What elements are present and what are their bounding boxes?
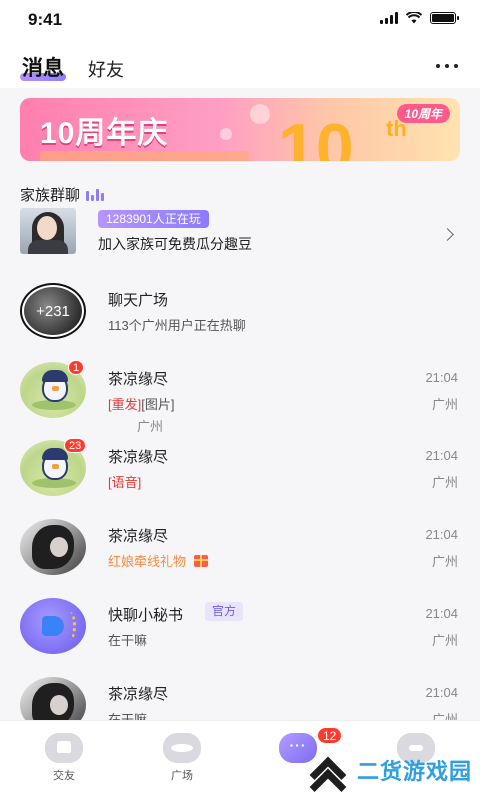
- nav-label: 广场: [171, 770, 193, 782]
- conversation-preview: [语音]: [108, 475, 142, 490]
- conversation-preview: [重发][图片]: [108, 397, 175, 412]
- wifi-icon: [406, 12, 422, 24]
- conversation-row[interactable]: 1 茶凉缘尽 [重发][图片] 21:04 广州: [0, 360, 480, 426]
- conversation-city: 广州: [431, 633, 458, 648]
- conversation-time: 21:04: [425, 527, 458, 542]
- avatar: [20, 598, 86, 654]
- avatar: [20, 519, 86, 575]
- conversation-city: 广州: [431, 554, 458, 569]
- conversation-name: 快聊小秘书: [108, 607, 184, 624]
- family-group-row[interactable]: 1283901人正在玩 加入家族可免费瓜分趣豆: [20, 208, 460, 254]
- message-list: 10周年庆 10 th 10周年 家族群聊 1283901人正在玩 加入家族可免…: [0, 88, 480, 733]
- conversation-city: 广州: [431, 397, 458, 412]
- conversation-time: 21:04: [425, 370, 458, 385]
- plaza-icon: [163, 733, 201, 763]
- chat-plaza-avatar: +231: [20, 283, 86, 339]
- family-section-label: 家族群聊: [20, 184, 105, 205]
- nav-item-make-friends[interactable]: 交友: [34, 733, 94, 783]
- battery-icon: [430, 12, 459, 24]
- home-icon: [45, 733, 83, 763]
- family-description: 加入家族可免费瓜分趣豆: [98, 236, 252, 252]
- conversation-time: 21:04: [425, 685, 458, 700]
- conversation-row[interactable]: 茶凉缘尽 红娘牵线礼物 21:04 广州: [0, 519, 480, 583]
- more-options-button[interactable]: [436, 64, 458, 68]
- conversation-name: 茶凉缘尽: [108, 686, 169, 703]
- status-time: 9:41: [28, 10, 63, 29]
- watermark-text: 二货游戏园: [356, 759, 472, 784]
- conversation-name: 茶凉缘尽: [108, 371, 169, 388]
- conversation-row[interactable]: 23 茶凉缘尽 [语音] 21:04 广州: [0, 438, 480, 504]
- location-label: 广州: [137, 419, 164, 434]
- tab-messages[interactable]: 消息: [20, 52, 66, 82]
- chat-plaza-row[interactable]: +231 聊天广场 113个广州用户正在热聊: [0, 283, 480, 347]
- anniversary-banner[interactable]: 10周年庆 10 th 10周年: [20, 98, 460, 161]
- conversation-name: 茶凉缘尽: [108, 528, 169, 545]
- tab-friends[interactable]: 好友: [88, 56, 124, 82]
- watermark: 二货游戏园: [305, 752, 472, 800]
- nav-label: 交友: [53, 770, 75, 782]
- conversation-row[interactable]: 快聊小秘书 官方 在干嘛 21:04 广州: [0, 598, 480, 662]
- chevron-right-icon: [441, 228, 454, 241]
- conversation-time: 21:04: [425, 606, 458, 621]
- gift-icon: [194, 555, 209, 567]
- banner-badge: 10周年: [396, 104, 450, 123]
- bubble-decoration: [220, 128, 232, 140]
- conversation-time: 21:04: [425, 448, 458, 463]
- unread-badge: 12: [317, 727, 343, 744]
- cellular-signal-icon: [380, 12, 398, 24]
- megaphone-icon: [42, 616, 64, 636]
- unread-badge: 23: [64, 438, 87, 453]
- status-icons: [380, 12, 459, 24]
- header-tabs: 消息 好友: [20, 52, 124, 82]
- bubble-decoration: [250, 104, 270, 124]
- conversation-preview: 在干嘛: [108, 633, 148, 648]
- online-count-badge: 1283901人正在玩: [98, 210, 209, 228]
- nav-item-plaza[interactable]: 广场: [152, 733, 212, 783]
- unread-badge: 1: [68, 360, 85, 375]
- conversation-name: 茶凉缘尽: [108, 449, 169, 466]
- conversation-preview: 红娘牵线礼物: [108, 551, 209, 570]
- conversation-city: 广州: [431, 475, 458, 490]
- conversation-preview: 113个广州用户正在热聊: [108, 318, 246, 333]
- family-avatar: [20, 208, 76, 254]
- banner-title: 10周年庆: [40, 117, 169, 150]
- status-bar: 9:41: [0, 0, 480, 40]
- live-bars-icon: [86, 188, 105, 201]
- watermark-logo-icon: [305, 752, 349, 800]
- conversation-name: 聊天广场: [108, 292, 169, 309]
- official-badge: 官方: [205, 602, 244, 621]
- banner-stripe: [40, 151, 250, 161]
- banner-big-number: 10: [278, 110, 354, 161]
